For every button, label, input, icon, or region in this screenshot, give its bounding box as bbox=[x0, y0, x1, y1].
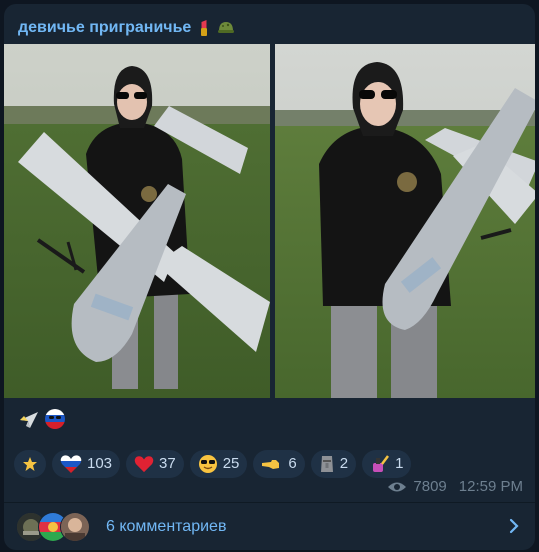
comments-button[interactable]: 6 комментариев bbox=[4, 503, 535, 550]
reaction-star[interactable] bbox=[14, 450, 46, 478]
reaction-count: 25 bbox=[222, 455, 240, 472]
commenter-avatars bbox=[16, 511, 104, 542]
moai-icon bbox=[320, 456, 333, 472]
chevron-right-icon[interactable] bbox=[507, 518, 521, 534]
message-meta: 7809 12:59 PM bbox=[387, 478, 523, 495]
reaction-russia-heart[interactable]: 103 bbox=[52, 450, 121, 478]
reaction-count: 37 bbox=[159, 455, 176, 472]
reaction-count: 103 bbox=[87, 455, 113, 472]
photo-2[interactable] bbox=[275, 44, 535, 398]
reaction-sunglasses[interactable]: 25 bbox=[189, 450, 248, 478]
drone-plane-icon bbox=[20, 412, 38, 428]
photo-girl-with-drone-2[interactable] bbox=[275, 44, 535, 398]
comments-count-label[interactable]: 6 комментариев bbox=[106, 518, 226, 536]
reaction-count: 2 bbox=[339, 455, 349, 472]
reaction-count: 6 bbox=[288, 455, 297, 472]
russia-flag-ball-icon bbox=[45, 409, 65, 429]
nail-polish-icon bbox=[373, 455, 390, 472]
russia-heart-icon bbox=[60, 455, 82, 473]
reaction-moai[interactable]: 2 bbox=[310, 450, 357, 478]
avatar bbox=[60, 511, 90, 542]
lipstick-icon bbox=[201, 20, 208, 36]
message-time: 12:59 PM bbox=[458, 478, 523, 495]
reaction-pointing-hand[interactable]: 6 bbox=[253, 450, 305, 478]
red-heart-icon bbox=[134, 456, 154, 473]
military-helmet-icon bbox=[218, 22, 235, 33]
message-bubble: девичье приграничье 103 37 25 6 2 1 7809… bbox=[4, 4, 535, 550]
channel-name[interactable]: девичье приграничье bbox=[18, 16, 191, 40]
caption bbox=[18, 406, 66, 432]
sunglasses-smile-icon bbox=[198, 455, 217, 473]
view-count: 7809 bbox=[413, 478, 447, 495]
star-icon bbox=[23, 457, 37, 471]
eye-icon bbox=[388, 482, 407, 491]
photo-girl-with-drone-1[interactable] bbox=[4, 44, 270, 398]
photo-1[interactable] bbox=[4, 44, 270, 398]
reactions-bar: 103 37 25 6 2 1 bbox=[14, 450, 412, 478]
pointing-hand-icon bbox=[262, 460, 280, 469]
reaction-count: 1 bbox=[395, 455, 404, 472]
reaction-nail-polish[interactable]: 1 bbox=[362, 450, 412, 478]
reaction-red-heart[interactable]: 37 bbox=[126, 450, 184, 478]
channel-name-header[interactable]: девичье приграничье bbox=[18, 16, 235, 40]
